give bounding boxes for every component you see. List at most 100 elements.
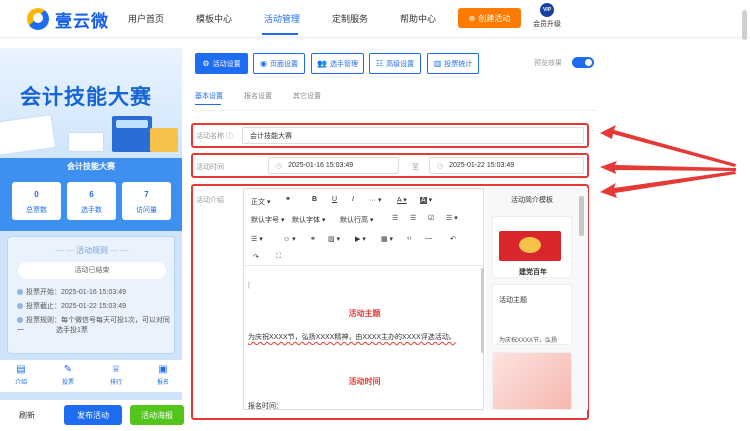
template-panel-title: 活动简介模板 — [511, 197, 553, 204]
logo-icon — [27, 8, 49, 30]
logo[interactable]: 壹云微 — [27, 5, 109, 33]
tab-ranking[interactable]: ♕ 排行 — [96, 365, 136, 387]
editor-content[interactable]: | 活动主题 为庆祝XXXX节，弘扬XXXX精神，由XXXX主办的XXXX评选活… — [244, 265, 483, 410]
preview-tabbar: ▤ 介绍 ✎ 投票 ♕ 排行 ▣ 报名 — [0, 360, 182, 392]
more-icon[interactable]: ··· ▾ — [369, 196, 381, 204]
rules-card: — — 活动规则 — — 活动已结束 投票开始：2025-01-16 15:03… — [7, 236, 175, 354]
start-time-input[interactable]: ◷ 2025-01-16 15:03:49 — [268, 157, 399, 174]
end-time-input[interactable]: ◷ 2025-01-22 15:03:49 — [429, 157, 584, 174]
line-height-select[interactable]: 默认行高 ▾ — [340, 215, 373, 225]
quote-icon[interactable]: ❝ — [286, 196, 290, 204]
stat-value: 0 — [34, 190, 39, 199]
numbered-list-icon[interactable]: ☰ — [410, 214, 416, 222]
undo-icon[interactable]: ↶ — [450, 235, 456, 243]
subtab-other-settings[interactable]: 其它设置 — [293, 91, 321, 101]
redo-icon[interactable]: ↷ — [253, 253, 259, 261]
stat-label: 选手数 — [81, 207, 102, 214]
nav-item-custom-service[interactable]: 定制服务 — [332, 12, 368, 25]
stat-visits: 7 访问量 — [122, 182, 171, 220]
template-card[interactable]: 建党百年 — [492, 216, 572, 278]
align-icon[interactable]: ☰ ▾ — [446, 214, 458, 222]
content-heading-theme: 活动主题 — [348, 309, 381, 318]
bullet-icon — [17, 289, 23, 295]
rule-vote-end: 投票截止：2025-01-22 15:03:49 — [17, 302, 126, 312]
divider-icon[interactable]: — — [425, 235, 432, 242]
video-icon[interactable]: ▶ ▾ — [355, 235, 366, 243]
bullet-list-icon[interactable]: ☰ — [392, 214, 398, 222]
users-icon: 👥 — [317, 59, 327, 68]
template-card[interactable]: 活动主题 为庆祝XXXX节，弘扬 — [492, 284, 572, 345]
nav-item-home[interactable]: 用户首页 — [128, 12, 164, 25]
banner-title: 会计技能大赛 — [20, 86, 152, 109]
banner-calculator-screen — [116, 120, 148, 128]
activity-intro-label: 活动介绍 — [196, 197, 224, 204]
nav-item-activity-management[interactable]: 活动管理 — [264, 12, 300, 25]
content-signup-time: 报名时间： — [248, 403, 283, 410]
bullet-icon — [17, 317, 23, 323]
stat-total-votes: 0 总票数 — [12, 182, 61, 220]
page-scrollbar[interactable] — [742, 10, 747, 40]
intro-template-panel: 活动简介模板 建党百年 活动主题 为庆祝XXXX节，弘扬 — [486, 188, 588, 410]
fullscreen-icon[interactable]: ⛶ — [276, 253, 281, 261]
banner-chart-decoration — [68, 132, 104, 152]
indent-icon[interactable]: ☰ ▾ — [251, 235, 263, 243]
palette-icon: ◉ — [260, 59, 267, 68]
font-family-select[interactable]: 默认字体 ▾ — [292, 215, 325, 225]
signup-icon: ▣ — [158, 364, 168, 375]
checklist-icon[interactable]: ☑ — [428, 214, 434, 222]
template-emblem-icon — [519, 237, 541, 253]
plus-circle-icon: ⊕ — [468, 13, 476, 23]
arrow-to-name-field — [600, 125, 736, 167]
create-activity-button[interactable]: ⊕ 创建活动 — [458, 8, 521, 28]
bullet-icon — [17, 303, 23, 309]
subtab-indicator — [195, 104, 221, 105]
bold-icon[interactable]: B — [312, 196, 317, 203]
subtab-signup-settings[interactable]: 报名设置 — [244, 91, 272, 101]
subtab-basic-settings[interactable]: 基本设置 — [195, 91, 223, 101]
font-color-icon[interactable]: A ▾ — [397, 196, 407, 204]
toolbar-contestant-management[interactable]: 👥 选手管理 — [311, 53, 364, 74]
paragraph-style-select[interactable]: 正文 ▾ — [251, 197, 270, 207]
vip-label: 会员升级 — [533, 21, 561, 28]
text-cursor: | — [248, 282, 250, 289]
sliders-icon: ☷ — [375, 59, 384, 68]
image-icon[interactable]: ▨ ▾ — [328, 235, 340, 243]
chart-icon: ▥ — [433, 59, 442, 68]
preview-toggle[interactable] — [572, 57, 594, 68]
top-navigation: 壹云微 用户首页 模板中心 活动管理 定制服务 帮助中心 ⊕ 创建活动 VIP … — [0, 0, 750, 38]
font-size-select[interactable]: 默认字号 ▾ — [251, 215, 284, 225]
italic-icon[interactable]: I — [352, 196, 354, 203]
toolbar-vote-statistics[interactable]: ▥ 投票统计 — [427, 53, 479, 74]
tab-intro[interactable]: ▤ 介绍 — [1, 365, 41, 387]
activity-name-input[interactable]: 会计技能大赛 — [242, 127, 584, 144]
vote-icon: ✎ — [63, 364, 73, 375]
toolbar-activity-settings[interactable]: ⚙ 活动设置 — [195, 53, 248, 74]
nav-item-help[interactable]: 帮助中心 — [400, 12, 436, 25]
toolbar-page-settings[interactable]: ◉ 页面设置 — [253, 53, 305, 74]
subtab-divider — [192, 110, 597, 111]
underline-icon[interactable]: U — [332, 196, 337, 203]
arrow-to-intro-field — [600, 171, 736, 198]
vip-badge-icon: VIP — [540, 3, 554, 17]
poster-button[interactable]: 活动海报 — [130, 405, 184, 425]
link-icon[interactable]: ⚭ — [310, 235, 316, 243]
vip-upgrade[interactable]: VIP 会员升级 — [530, 3, 564, 29]
table-icon[interactable]: ▦ ▾ — [381, 235, 393, 243]
create-activity-label: 创建活动 — [478, 13, 511, 23]
refresh-button[interactable]: 刷新 — [6, 405, 48, 425]
clock-icon: ◷ — [437, 162, 444, 170]
template-scrollbar[interactable] — [579, 196, 584, 236]
editor-scrollbar[interactable] — [481, 268, 484, 353]
tab-vote[interactable]: ✎ 投票 — [48, 364, 88, 387]
preview-actions: 刷新 发布活动 活动海报 — [0, 400, 184, 431]
rich-text-editor[interactable]: 正文 ▾ ❝ B U I ··· ▾ A ▾ A ▾ 默认字号 ▾ 默认字体 ▾… — [243, 188, 484, 410]
nav-item-templates[interactable]: 模板中心 — [196, 12, 232, 25]
template-card[interactable] — [492, 352, 572, 410]
emoji-icon[interactable]: ☺ ▾ — [283, 235, 296, 243]
toolbar-advanced-settings[interactable]: ☷ 高级设置 — [369, 53, 421, 74]
tab-signup[interactable]: ▣ 报名 — [143, 364, 183, 387]
code-icon[interactable]: ‹› — [407, 235, 412, 242]
publish-button[interactable]: 发布活动 — [64, 405, 122, 425]
background-color-icon[interactable]: A ▾ — [420, 196, 432, 204]
rule-vote-start: 投票开始：2025-01-16 15:03:49 — [17, 288, 126, 298]
